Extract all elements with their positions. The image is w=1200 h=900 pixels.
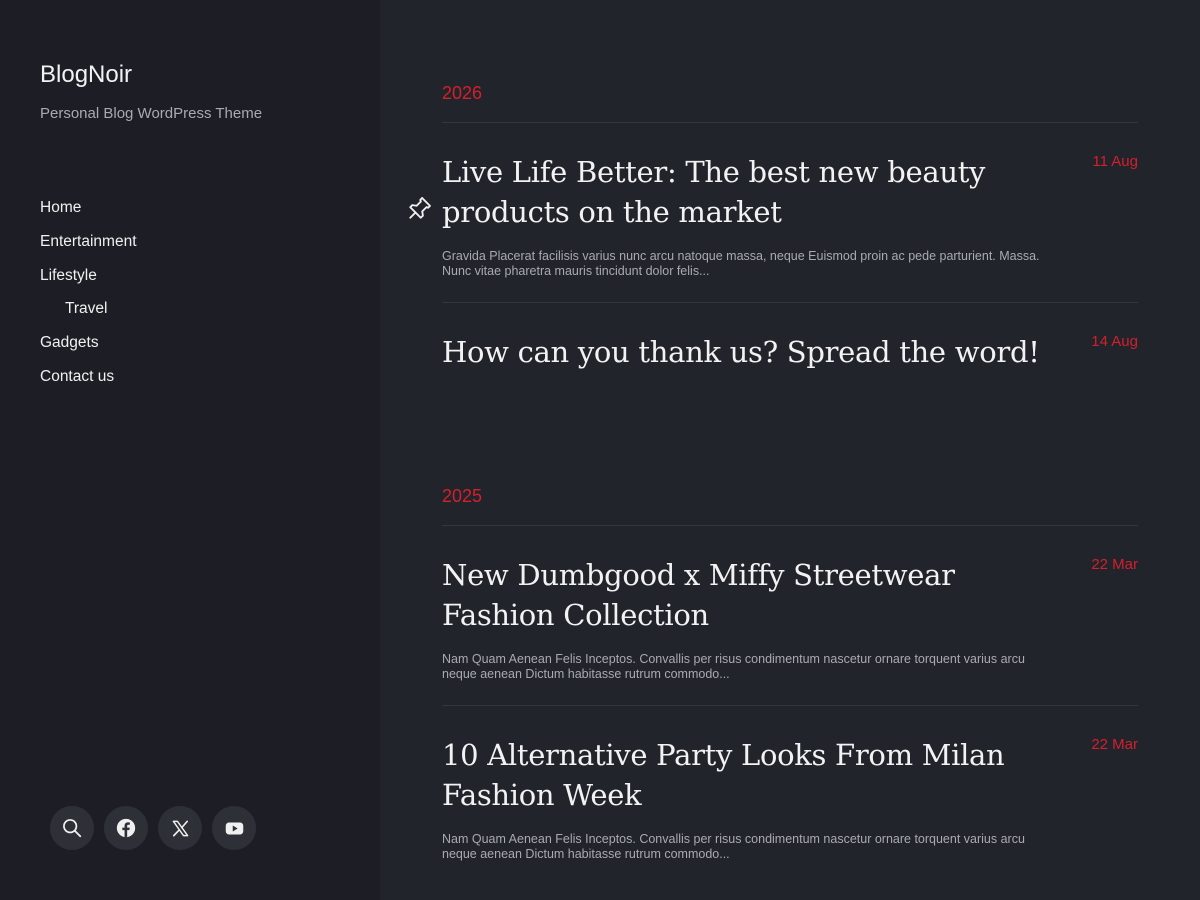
facebook-icon [116, 818, 136, 838]
post-item: Live Life Better: The best new beauty pr… [442, 152, 1138, 279]
year-heading: 2025 [442, 486, 483, 506]
main-nav: Home Entertainment Lifestyle Travel Gadg… [40, 198, 137, 401]
divider [442, 705, 1138, 706]
post-item: How can you thank us? Spread the word! 1… [442, 332, 1138, 372]
post-excerpt: Gravida Placerat facilisis varius nunc a… [442, 249, 1040, 278]
year-heading: 2026 [442, 83, 483, 103]
x-icon [172, 820, 188, 836]
site-tagline: Personal Blog WordPress Theme [40, 105, 263, 122]
post-item: 10 Alternative Party Looks From Milan Fa… [442, 735, 1138, 862]
post-date: 22 Mar [1091, 556, 1138, 573]
divider [442, 302, 1138, 303]
divider [442, 122, 1138, 123]
youtube-icon [225, 822, 243, 834]
nav-item-home[interactable]: Home [40, 198, 137, 232]
post-excerpt: Nam Quam Aenean Felis Inceptos. Convalli… [442, 652, 1025, 681]
post-date: 14 Aug [1091, 333, 1138, 350]
social-links [50, 806, 256, 850]
post-date: 11 Aug [1092, 153, 1138, 170]
sidebar: BlogNoir Personal Blog WordPress Theme H… [0, 0, 380, 900]
post-title[interactable]: How can you thank us? Spread the word! [442, 332, 1062, 372]
x-button[interactable] [158, 806, 202, 850]
post-excerpt: Nam Quam Aenean Felis Inceptos. Convalli… [442, 832, 1025, 861]
post-title[interactable]: New Dumbgood x Miffy Streetwear Fashion … [442, 555, 1062, 635]
facebook-button[interactable] [104, 806, 148, 850]
post-item: New Dumbgood x Miffy Streetwear Fashion … [442, 555, 1138, 682]
search-button[interactable] [50, 806, 94, 850]
search-icon [63, 819, 82, 838]
nav-item-lifestyle[interactable]: Lifestyle [40, 266, 137, 300]
divider [442, 525, 1138, 526]
site-title[interactable]: BlogNoir [40, 60, 132, 90]
post-title[interactable]: 10 Alternative Party Looks From Milan Fa… [442, 735, 1062, 815]
nav-item-gadgets[interactable]: Gadgets [40, 333, 137, 367]
nav-item-contact-us[interactable]: Contact us [40, 367, 137, 401]
main-content: 2026 Live Life Better: The best new beau… [380, 0, 1200, 900]
nav-item-entertainment[interactable]: Entertainment [40, 232, 137, 266]
youtube-button[interactable] [212, 806, 256, 850]
nav-item-travel[interactable]: Travel [40, 299, 137, 333]
pin-icon [409, 197, 431, 219]
post-date: 22 Mar [1091, 736, 1138, 753]
post-title[interactable]: Live Life Better: The best new beauty pr… [442, 152, 1062, 232]
